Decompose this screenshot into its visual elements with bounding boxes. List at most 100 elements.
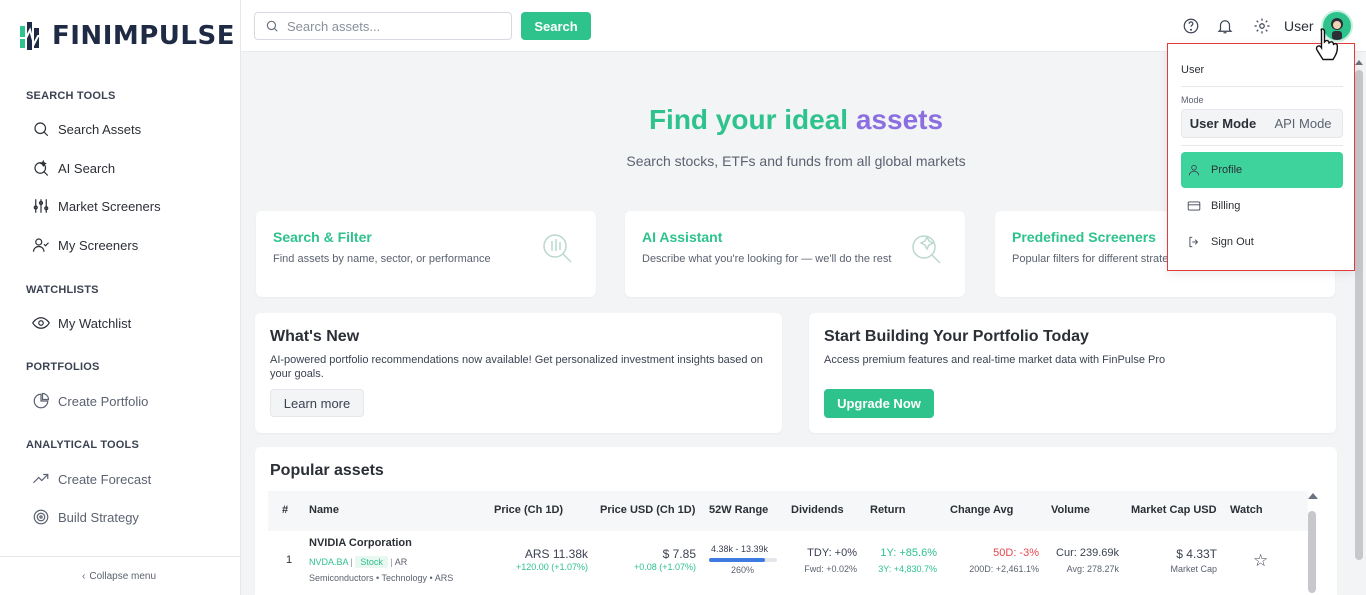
sidebar-item-create-portfolio[interactable]: Create Portfolio: [32, 392, 148, 410]
hand-cursor-icon: [1315, 28, 1339, 61]
page-scrollbar[interactable]: [1354, 60, 1364, 590]
menu-item-label: Sign Out: [1211, 236, 1254, 248]
sidebar-item-market-screeners[interactable]: Market Screeners: [32, 197, 161, 215]
brand-logo[interactable]: FINIMPULSE: [18, 18, 235, 54]
feature-card-search-filter[interactable]: Search & Filter Find assets by name, sec…: [256, 211, 596, 297]
popular-assets-title: Popular assets: [270, 462, 384, 479]
row-rank: 1: [286, 554, 293, 566]
sidebar-item-search-assets[interactable]: Search Assets: [32, 120, 141, 138]
bell-icon: [1217, 20, 1233, 34]
sidebar-item-build-strategy[interactable]: Build Strategy: [32, 508, 139, 526]
eye-icon: [32, 317, 50, 329]
page-scroll-thumb[interactable]: [1355, 70, 1363, 560]
volume-current: Cur: 239.69k: [1056, 547, 1119, 559]
section-analytical-tools: ANALYTICAL TOOLS: [26, 439, 140, 451]
market-cap-label: Market Cap: [1170, 564, 1217, 574]
gear-icon: [1254, 18, 1270, 34]
col-price-usd[interactable]: Price USD (Ch 1D): [600, 504, 695, 516]
col-change-avg[interactable]: Change Avg: [950, 504, 1013, 516]
section-search-tools: SEARCH TOOLS: [26, 90, 116, 102]
asset-price: ARS 11.38k: [524, 547, 588, 561]
ai-search-icon: [909, 231, 943, 265]
feature-title: Search & Filter: [273, 229, 372, 245]
sidebar-item-my-screeners[interactable]: My Screeners: [32, 236, 138, 254]
search-icon: [34, 122, 49, 137]
col-rank: #: [282, 504, 289, 516]
settings-button[interactable]: [1253, 17, 1271, 35]
range-bar-fill: [709, 558, 765, 562]
feature-title: Predefined Screeners: [1012, 229, 1156, 245]
sidebar-item-create-forecast[interactable]: Create Forecast: [32, 470, 151, 488]
search-button[interactable]: Search: [521, 12, 591, 40]
user-menu-username: User: [1181, 64, 1205, 76]
sliders-icon: [33, 199, 49, 213]
mode-label: Mode: [1181, 95, 1204, 105]
user-menu-dropdown: User Mode User Mode API Mode Profile Bil…: [1167, 43, 1355, 271]
divider: [1181, 145, 1343, 146]
learn-more-button[interactable]: Learn more: [270, 389, 364, 417]
sign-out-icon: [1189, 236, 1199, 248]
hero-title-part2: assets: [855, 104, 944, 135]
col-return[interactable]: Return: [870, 504, 905, 516]
col-dividends[interactable]: Dividends: [791, 504, 844, 516]
scroll-up-icon[interactable]: [1308, 493, 1318, 499]
sidebar-item-label: Create Forecast: [58, 471, 152, 487]
finimpulse-logo-icon: [18, 22, 46, 50]
search-icon: [266, 20, 278, 32]
asset-name[interactable]: NVIDIA Corporation: [309, 537, 412, 549]
api-mode-button[interactable]: API Mode: [1264, 112, 1342, 136]
whats-new-desc: AI-powered portfolio recommendations now…: [270, 354, 763, 380]
asset-sector: Semiconductors • Technology • ARS: [309, 573, 454, 583]
table-scrollbar[interactable]: [1307, 493, 1318, 593]
table-scroll-thumb[interactable]: [1308, 511, 1316, 593]
col-watch: Watch: [1230, 504, 1263, 516]
asset-price-usd: $ 7.85: [662, 547, 696, 561]
brand-name: FINIMPULSE: [52, 21, 235, 51]
col-market-cap[interactable]: Market Cap USD: [1131, 504, 1217, 516]
trend-up-icon: [33, 473, 49, 484]
feature-desc: Find assets by name, sector, or performa…: [273, 253, 491, 265]
notifications-button[interactable]: [1216, 17, 1234, 35]
sidebar-item-label: Market Screeners: [58, 198, 161, 214]
credit-card-icon: [1187, 201, 1201, 211]
dividend-fwd: Fwd: +0.02%: [804, 564, 857, 574]
feature-card-ai-assistant[interactable]: AI Assistant Describe what you're lookin…: [625, 211, 965, 297]
menu-item-sign-out[interactable]: Sign Out: [1181, 224, 1343, 260]
scroll-up-icon[interactable]: [1355, 60, 1363, 65]
pie-chart-icon: [33, 392, 50, 409]
range-percent: 260%: [731, 565, 755, 575]
menu-item-billing[interactable]: Billing: [1181, 188, 1343, 224]
sidebar-item-ai-search[interactable]: AI Search: [32, 159, 115, 177]
menu-item-label: Billing: [1211, 200, 1241, 212]
collapse-menu-button[interactable]: ‹ Collapse menu: [82, 571, 156, 582]
table-header: # Name Price (Ch 1D) Price USD (Ch 1D) 5…: [268, 491, 1308, 531]
sidebar-divider: [0, 556, 240, 557]
user-label[interactable]: User: [1284, 18, 1314, 34]
feature-desc: Describe what you're looking for — we'll…: [642, 253, 892, 265]
col-price[interactable]: Price (Ch 1D): [494, 504, 563, 516]
asset-ticker: NVDA.BA: [309, 557, 349, 567]
watch-star-icon[interactable]: ☆: [1253, 551, 1268, 571]
user-mode-button[interactable]: User Mode: [1184, 112, 1262, 136]
menu-item-profile[interactable]: Profile: [1181, 152, 1343, 188]
col-52w-range[interactable]: 52W Range: [709, 504, 768, 516]
search-box: [254, 12, 512, 40]
hero-title-part1: Find your ideal: [648, 104, 849, 135]
sidebar-item-label: AI Search: [58, 160, 116, 176]
sidebar-item-my-watchlist[interactable]: My Watchlist: [32, 314, 131, 332]
collapse-menu-label: Collapse menu: [89, 571, 157, 582]
ai-search-icon: [34, 159, 49, 176]
user-icon: [1188, 164, 1200, 176]
search-input[interactable]: [287, 18, 497, 34]
menu-item-label: Profile: [1211, 164, 1243, 176]
upgrade-now-button[interactable]: Upgrade Now: [824, 389, 934, 418]
return-1y: 1Y: +85.6%: [880, 547, 937, 559]
col-volume[interactable]: Volume: [1051, 504, 1090, 516]
help-button[interactable]: [1182, 17, 1200, 35]
help-icon: [1183, 18, 1199, 34]
col-name[interactable]: Name: [309, 504, 339, 516]
range-bar: [709, 558, 777, 562]
sidebar-item-label: My Watchlist: [58, 315, 132, 331]
portfolio-promo-desc: Access premium features and real-time ma…: [824, 354, 1166, 366]
popular-assets-card: Popular assets # Name Price (Ch 1D) Pric…: [255, 447, 1337, 595]
